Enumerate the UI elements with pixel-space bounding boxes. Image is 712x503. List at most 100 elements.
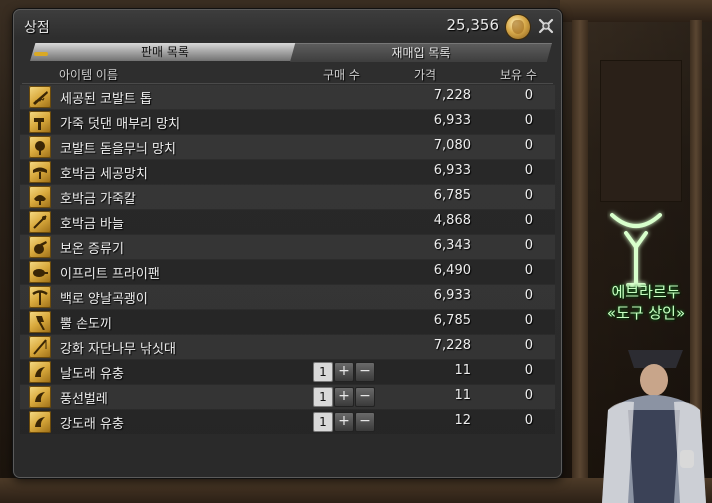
item-price: 6,785 xyxy=(433,313,471,328)
column-purchase-qty[interactable]: 구매 수 xyxy=(323,66,360,83)
chaser-hammer-icon xyxy=(29,161,51,183)
tab-label: 재매입 목록 xyxy=(391,46,451,60)
npc-title: «도구 상인» xyxy=(606,304,686,322)
item-row[interactable]: 호박금 세공망치 6,933 0 xyxy=(20,160,555,184)
quantity-decrease-button[interactable]: − xyxy=(355,362,375,382)
item-owned-count: 0 xyxy=(524,388,533,403)
lure-icon xyxy=(29,411,51,433)
item-owned-count: 0 xyxy=(524,413,533,428)
tab-indicator-icon xyxy=(34,52,48,56)
item-name: 강도래 유충 xyxy=(60,417,124,432)
pickaxe-icon xyxy=(29,286,51,308)
item-price: 4,868 xyxy=(433,213,471,228)
npc-figure[interactable] xyxy=(588,330,712,503)
item-row[interactable]: 코발트 돋을무늬 망치 7,080 0 xyxy=(20,135,555,159)
item-owned-count: 0 xyxy=(524,288,533,303)
item-price: 6,343 xyxy=(433,238,471,253)
item-name: 호박금 가죽칼 xyxy=(60,192,136,207)
item-name: 풍선벌레 xyxy=(60,392,108,407)
tab-sell-list[interactable]: 판매 목록 xyxy=(30,43,300,61)
item-row[interactable]: 강화 자단나무 낚싯대 7,228 0 xyxy=(20,335,555,359)
quantity-value[interactable]: 1 xyxy=(313,412,333,432)
raising-hammer-icon xyxy=(29,136,51,158)
item-name: 강화 자단나무 낚싯대 xyxy=(60,342,176,357)
item-price: 7,228 xyxy=(433,88,471,103)
item-row[interactable]: 뿔 손도끼 6,785 0 xyxy=(20,310,555,334)
item-name: 날도래 유충 xyxy=(60,367,124,382)
quantity-decrease-button[interactable]: − xyxy=(355,387,375,407)
saw-icon xyxy=(29,86,51,108)
item-owned-count: 0 xyxy=(524,163,533,178)
item-row[interactable]: 보온 증류기 6,343 0 xyxy=(20,235,555,259)
column-headers: 아이템 이름 구매 수 가격 보유 수 xyxy=(14,66,561,82)
quantity-increase-button[interactable]: + xyxy=(334,362,354,382)
npc-name: 에브라르두 xyxy=(611,283,681,301)
column-item-name[interactable]: 아이템 이름 xyxy=(59,66,118,83)
item-name: 이프리트 프라이팬 xyxy=(60,267,160,282)
item-row[interactable]: 백로 양날곡괭이 6,933 0 xyxy=(20,285,555,309)
hatchet-icon xyxy=(29,311,51,333)
item-owned-count: 0 xyxy=(524,213,533,228)
tab-buyback-list[interactable]: 재매입 목록 xyxy=(290,43,552,62)
item-owned-count: 0 xyxy=(524,363,533,378)
item-name: 보온 증류기 xyxy=(60,242,124,257)
item-row[interactable]: 호박금 바늘 4,868 0 xyxy=(20,210,555,234)
hammer-icon xyxy=(29,111,51,133)
wooden-post xyxy=(572,20,588,503)
item-row[interactable]: 호박금 가죽칼 6,785 0 xyxy=(20,185,555,209)
ceiling-beam xyxy=(560,0,712,22)
item-name: 호박금 세공망치 xyxy=(60,167,148,182)
quantity-value[interactable]: 1 xyxy=(313,387,333,407)
item-owned-count: 0 xyxy=(524,263,533,278)
item-price: 11 xyxy=(454,388,471,403)
window-title: 상점 xyxy=(24,20,50,36)
item-row[interactable]: 이프리트 프라이팬 6,490 0 xyxy=(20,260,555,284)
item-row[interactable]: 가죽 덧댄 매부리 망치 6,933 0 xyxy=(20,110,555,134)
gil-coin-icon xyxy=(506,15,530,39)
item-owned-count: 0 xyxy=(524,113,533,128)
header-divider xyxy=(22,83,553,84)
lure-icon xyxy=(29,386,51,408)
item-name: 뿔 손도끼 xyxy=(60,317,112,332)
item-owned-count: 0 xyxy=(524,338,533,353)
item-row[interactable]: 세공된 코발트 톱 7,228 0 xyxy=(20,85,555,109)
item-name: 가죽 덧댄 매부리 망치 xyxy=(60,117,181,132)
item-row[interactable]: 풍선벌레 1 + − 11 0 xyxy=(20,385,555,409)
item-price: 7,080 xyxy=(433,138,471,153)
frypan-icon xyxy=(29,261,51,283)
wall-panel xyxy=(600,60,682,202)
quantity-value[interactable]: 1 xyxy=(313,362,333,382)
head-knife-icon xyxy=(29,186,51,208)
column-owned[interactable]: 보유 수 xyxy=(500,66,537,83)
item-owned-count: 0 xyxy=(524,138,533,153)
tab-bar: 판매 목록 재매입 목록 xyxy=(30,43,552,63)
shop-window: 상점 25,356 판매 목록 재매입 목록 아이템 이름 구매 수 가격 보유… xyxy=(13,9,562,478)
item-price: 6,933 xyxy=(433,288,471,303)
item-price: 6,785 xyxy=(433,188,471,203)
item-row[interactable]: 날도래 유충 1 + − 11 0 xyxy=(20,360,555,384)
quantity-increase-button[interactable]: + xyxy=(334,412,354,432)
alembic-icon xyxy=(29,236,51,258)
item-price: 11 xyxy=(454,363,471,378)
lure-icon xyxy=(29,361,51,383)
gil-amount: 25,356 xyxy=(446,16,500,34)
item-owned-count: 0 xyxy=(524,313,533,328)
settings-icon[interactable] xyxy=(536,16,556,36)
item-price: 7,228 xyxy=(433,338,471,353)
fishing-rod-icon xyxy=(29,336,51,358)
item-row[interactable]: 강도래 유충 1 + − 12 0 xyxy=(20,410,555,434)
column-price[interactable]: 가격 xyxy=(414,66,436,83)
npc-nameplate: 에브라르두 «도구 상인» xyxy=(580,282,712,324)
item-price: 6,490 xyxy=(433,263,471,278)
item-name: 백로 양날곡괭이 xyxy=(60,292,148,307)
item-name: 호박금 바늘 xyxy=(60,217,124,232)
quantity-increase-button[interactable]: + xyxy=(334,387,354,407)
quantity-decrease-button[interactable]: − xyxy=(355,412,375,432)
item-owned-count: 0 xyxy=(524,188,533,203)
item-price: 6,933 xyxy=(433,113,471,128)
item-name: 세공된 코발트 톱 xyxy=(60,92,152,107)
tab-label: 판매 목록 xyxy=(141,45,189,59)
item-owned-count: 0 xyxy=(524,88,533,103)
item-price: 12 xyxy=(454,413,471,428)
item-owned-count: 0 xyxy=(524,238,533,253)
